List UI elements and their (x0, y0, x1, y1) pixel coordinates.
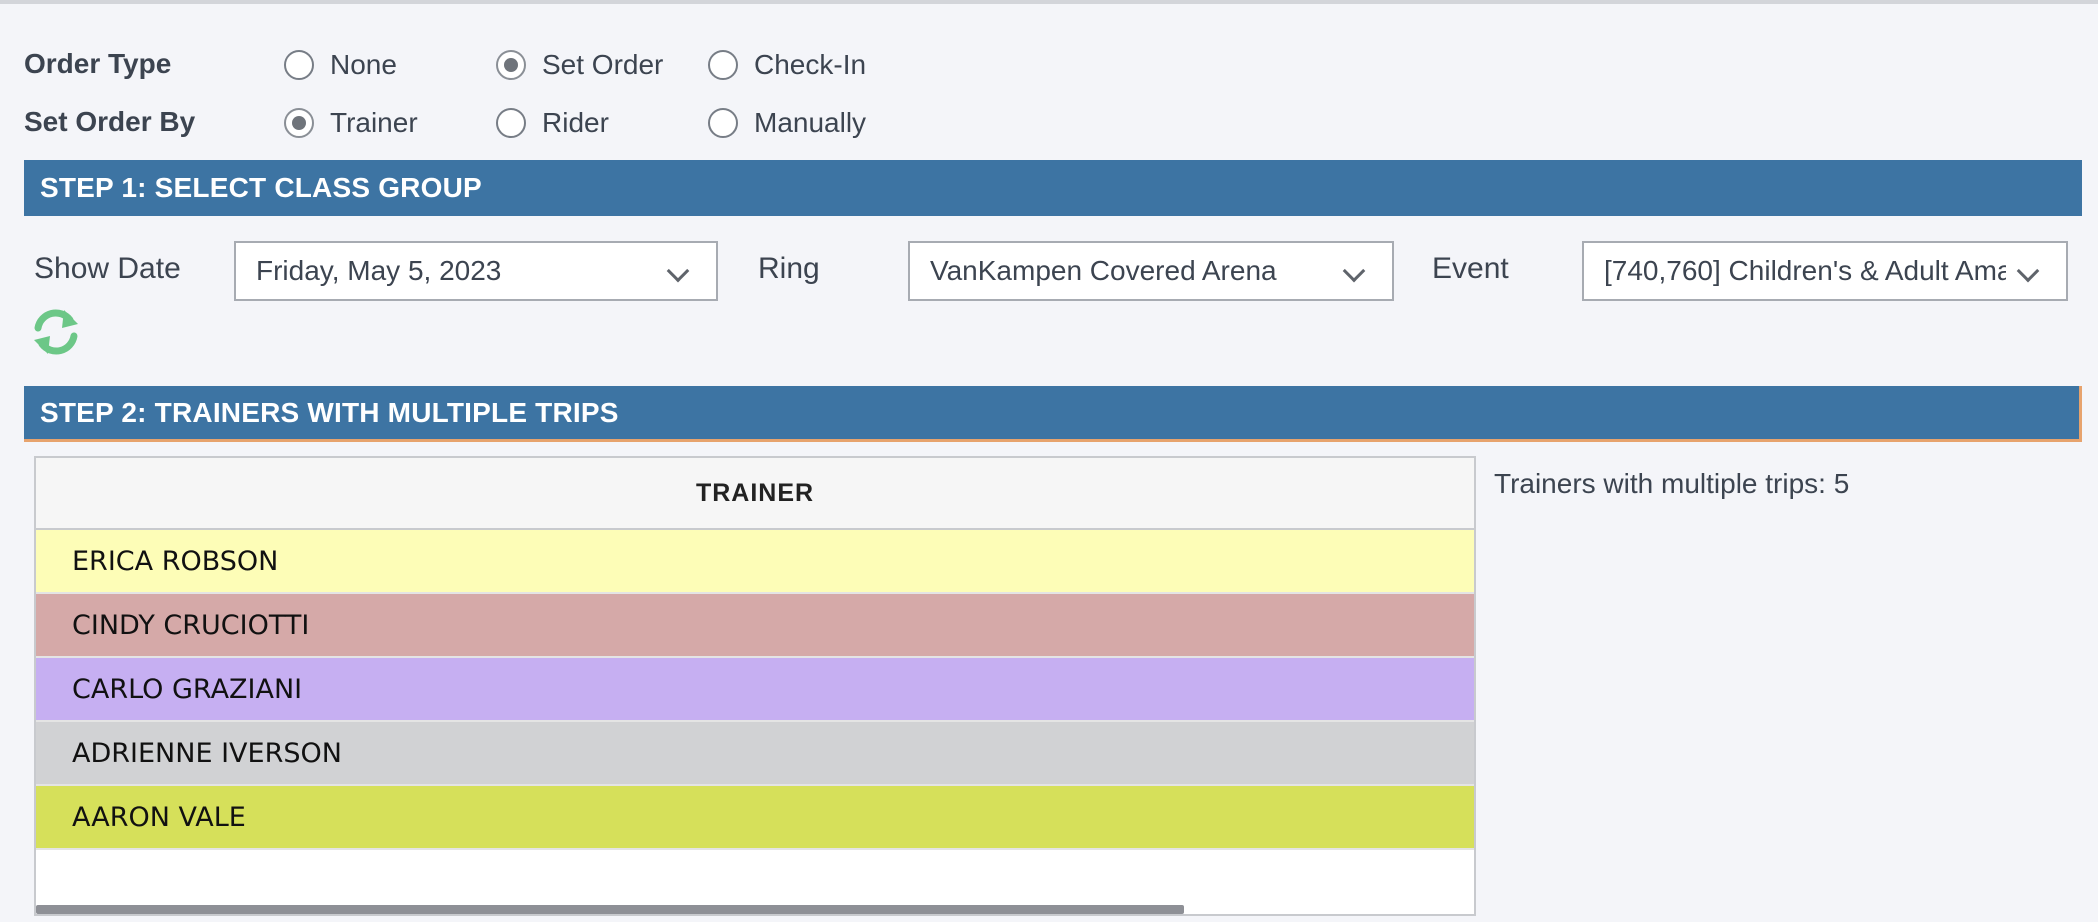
set-order-by-label: Set Order By (24, 106, 196, 137)
chevron-down-icon (1342, 259, 1366, 283)
radio-none[interactable] (284, 50, 314, 80)
show-date-select[interactable]: Friday, May 5, 2023 (234, 241, 718, 301)
trainer-column-header[interactable]: TRAINER (36, 458, 1474, 530)
step1-header: STEP 1: SELECT CLASS GROUP (24, 160, 2082, 216)
radio-check-in-label: Check-In (754, 49, 867, 80)
chevron-down-icon (666, 259, 690, 283)
trainer-name: AARON VALE (72, 801, 246, 833)
order-type-row: Order Type None Set Order Check-In (24, 40, 1024, 84)
refresh-icon[interactable] (30, 306, 82, 358)
top-divider (0, 0, 2098, 4)
set-order-by-row: Set Order By Trainer Rider Manually (24, 98, 1024, 142)
set-order-by-trainer-option[interactable]: Trainer (284, 106, 418, 140)
trainers-table-body: ERICA ROBSON CINDY CRUCIOTTI CARLO GRAZIAN… (36, 530, 1474, 850)
step2-title: STEP 2: TRAINERS WITH MULTIPLE TRIPS (40, 396, 619, 428)
trip-count-text: Trainers with multiple trips: 5 (1494, 468, 1850, 499)
radio-set-order[interactable] (496, 50, 526, 80)
page: Order Type None Set Order Check-In Set O… (0, 0, 2098, 922)
table-row[interactable]: ERICA ROBSON (36, 530, 1474, 594)
event-select[interactable]: [740,760] Children's & Adult Amateur Hun… (1582, 241, 2068, 301)
order-type-check-in-option[interactable]: Check-In (708, 48, 866, 82)
chevron-down-icon (2016, 259, 2040, 283)
trainer-name: ERICA ROBSON (72, 545, 279, 577)
radio-trainer[interactable] (284, 108, 314, 138)
order-type-label: Order Type (24, 48, 172, 79)
step1-title: STEP 1: SELECT CLASS GROUP (40, 172, 482, 203)
trainer-name: ADRIENNE IVERSON (72, 737, 342, 769)
step2-header: STEP 2: TRAINERS WITH MULTIPLE TRIPS (24, 386, 2082, 442)
table-row[interactable]: CARLO GRAZIANI (36, 658, 1474, 722)
radio-check-in[interactable] (708, 50, 738, 80)
trainers-table: TRAINER ERICA ROBSON CINDY CRUCIOTTI CARLO… (34, 456, 1476, 916)
order-type-none-option[interactable]: None (284, 48, 397, 82)
ring-label: Ring (758, 252, 820, 285)
table-row[interactable]: CINDY CRUCIOTTI (36, 594, 1474, 658)
trainer-name: CARLO GRAZIANI (72, 673, 303, 705)
table-row[interactable]: ADRIENNE IVERSON (36, 722, 1474, 786)
set-order-by-manually-option[interactable]: Manually (708, 106, 866, 140)
ring-value: VanKampen Covered Arena (930, 255, 1277, 286)
event-label: Event (1432, 252, 1509, 285)
order-type-set-order-option[interactable]: Set Order (496, 48, 663, 82)
trainer-column-header-label: TRAINER (695, 478, 815, 507)
horizontal-scrollbar[interactable] (36, 905, 1184, 914)
radio-rider-label: Rider (542, 107, 609, 138)
radio-manually[interactable] (708, 108, 738, 138)
table-row[interactable]: AARON VALE (36, 786, 1474, 850)
event-value: [740,760] Children's & Adult Amateur Hun… (1604, 255, 2006, 286)
ring-select[interactable]: VanKampen Covered Arena (908, 241, 1394, 301)
radio-trainer-label: Trainer (330, 107, 418, 138)
show-date-value: Friday, May 5, 2023 (256, 255, 502, 286)
radio-rider[interactable] (496, 108, 526, 138)
trainer-name: CINDY CRUCIOTTI (72, 609, 310, 641)
radio-manually-label: Manually (754, 107, 867, 138)
radio-set-order-label: Set Order (542, 49, 664, 80)
set-order-by-rider-option[interactable]: Rider (496, 106, 609, 140)
show-date-label: Show Date (34, 252, 181, 285)
radio-none-label: None (330, 49, 397, 80)
